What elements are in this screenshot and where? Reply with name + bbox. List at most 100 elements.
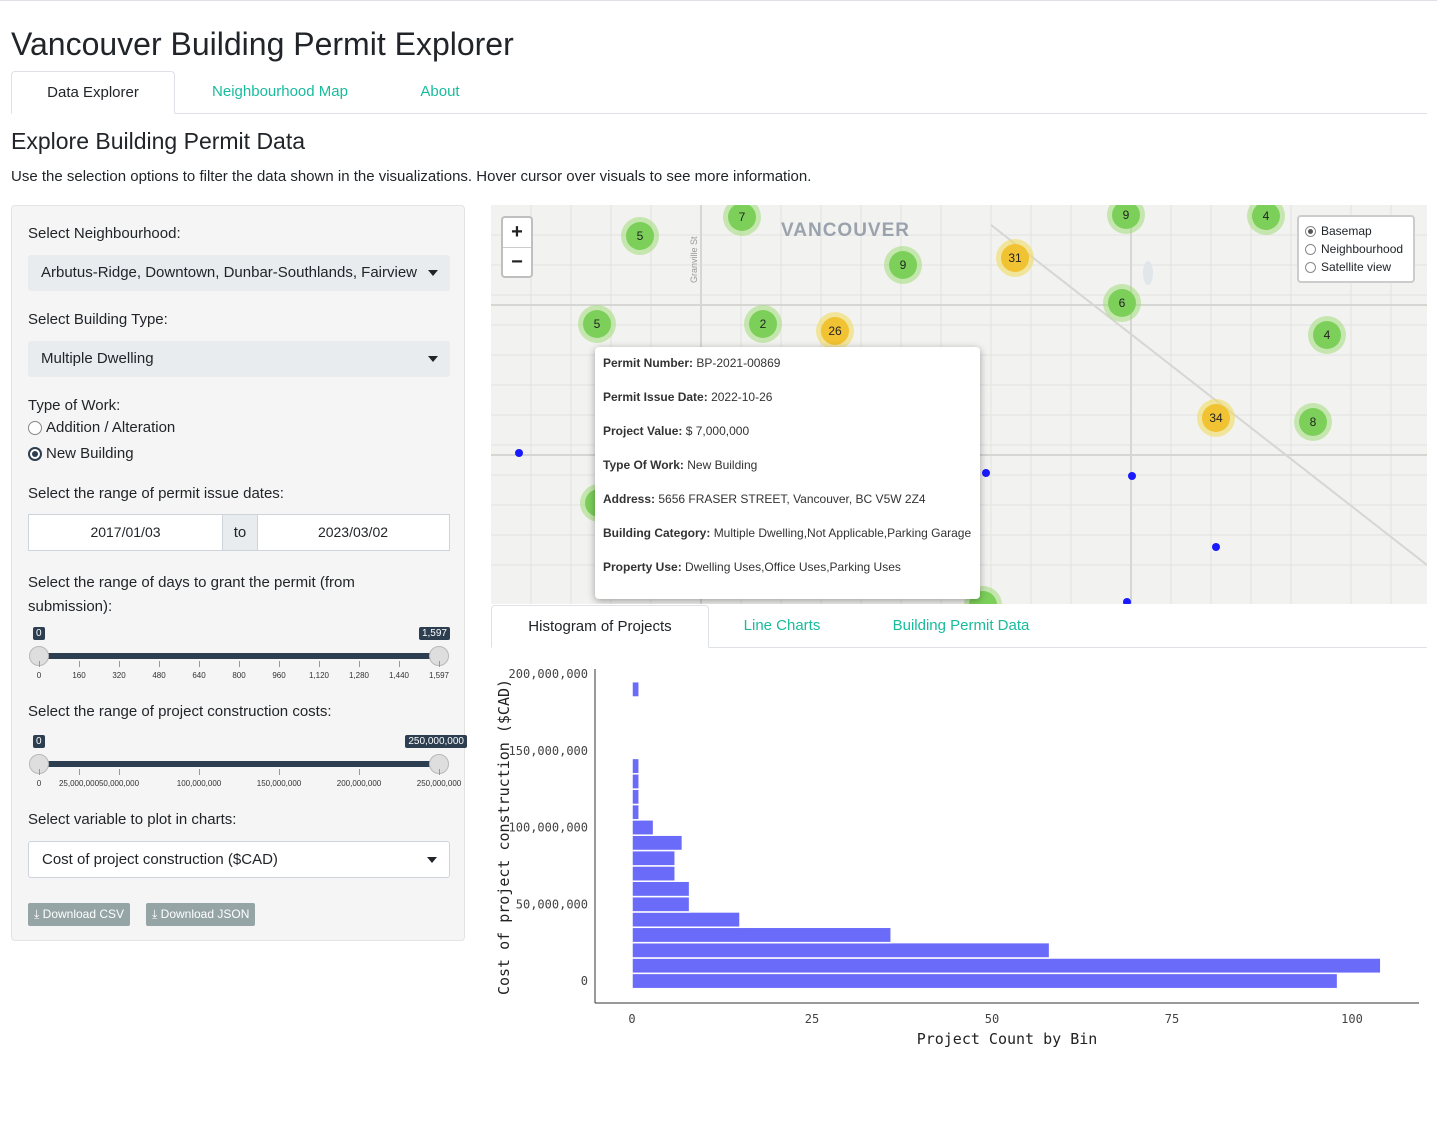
slider-tick-label: 150,000,000 xyxy=(256,779,302,788)
cluster-count: 31 xyxy=(1001,244,1029,272)
slider-tick-label: 640 xyxy=(192,671,206,680)
chevron-down-icon xyxy=(428,356,438,362)
layer-basemap[interactable]: Basemap xyxy=(1305,224,1372,238)
tab-histogram[interactable]: Histogram of Projects xyxy=(491,605,709,648)
building-type-select[interactable]: Multiple Dwelling xyxy=(28,341,450,377)
map-cluster[interactable]: 31 xyxy=(996,239,1034,277)
radio-addition-alteration[interactable]: Addition / Alteration xyxy=(28,419,175,436)
map-cluster[interactable]: 8 xyxy=(1294,403,1332,441)
histogram-bar[interactable] xyxy=(631,911,741,929)
histogram-bar[interactable] xyxy=(631,895,691,913)
x-tick-label: 0 xyxy=(628,1012,635,1026)
variable-select[interactable]: Cost of project construction ($CAD) xyxy=(28,841,450,878)
histogram-bar[interactable] xyxy=(631,773,640,790)
slider-tick-label: 1,280 xyxy=(348,671,370,680)
building-type-label: Select Building Type: xyxy=(28,311,168,328)
neighbourhood-value: Arbutus-Ridge, Downtown, Dunbar-Southlan… xyxy=(41,264,418,281)
map-cluster[interactable]: 9 xyxy=(884,246,922,284)
chevron-down-icon xyxy=(428,270,438,276)
download-csv-button[interactable]: ⤓ Download CSV xyxy=(28,903,131,926)
map-permit-marker[interactable] xyxy=(982,469,990,477)
histogram-bar[interactable] xyxy=(631,972,1339,990)
histogram-bar[interactable] xyxy=(631,849,676,867)
cluster-count: 9 xyxy=(1112,205,1140,229)
y-tick-label: 150,000,000 xyxy=(509,744,588,758)
tab-neighbourhood-map[interactable]: Neighbourhood Map xyxy=(188,71,372,112)
radio-new-building[interactable]: New Building xyxy=(28,445,134,462)
tab-line-charts[interactable]: Line Charts xyxy=(715,605,849,646)
permit-map[interactable]: VANCOUVER Granville St 7 5 9 4 9 31 6 5 … xyxy=(491,205,1427,604)
cost-slider[interactable]: 0 250,000,000 0 25,000,000 50,000,000 100,0… xyxy=(28,735,467,801)
slider-tick xyxy=(199,661,200,667)
map-cluster[interactable]: 2 xyxy=(744,305,782,343)
slider-tick-label: 800 xyxy=(232,671,246,680)
slider-tick xyxy=(279,661,280,667)
histogram-bar[interactable] xyxy=(631,880,691,898)
map-permit-marker[interactable] xyxy=(1128,472,1136,480)
slider-tick-label: 250,000,000 xyxy=(416,779,462,788)
slider-track xyxy=(39,761,439,767)
cluster-count: 5 xyxy=(583,310,611,338)
map-street-label: Granville St xyxy=(689,236,699,283)
map-permit-marker[interactable] xyxy=(1212,543,1220,551)
download-csv-label: Download CSV xyxy=(42,907,125,921)
x-axis-title: Project Count by Bin xyxy=(917,1030,1098,1048)
histogram-bar[interactable] xyxy=(631,926,892,944)
slider-tick xyxy=(39,661,40,667)
radio-button-checked[interactable] xyxy=(28,446,42,461)
app-title: Vancouver Building Permit Explorer xyxy=(11,26,514,62)
layer-label: Satellite view xyxy=(1321,260,1392,274)
histogram-bar[interactable] xyxy=(631,788,640,806)
cluster-count: 6 xyxy=(1108,289,1136,317)
neighbourhood-select[interactable]: Arbutus-Ridge, Downtown, Dunbar-Southlan… xyxy=(28,255,450,291)
chevron-down-icon xyxy=(427,857,437,863)
slider-track xyxy=(39,653,439,659)
radio-button[interactable] xyxy=(28,420,42,435)
date-start-input[interactable]: 2017/01/03 xyxy=(29,515,222,550)
zoom-in-button[interactable]: + xyxy=(503,218,531,248)
histogram-bar[interactable] xyxy=(631,957,1382,975)
layer-radio[interactable] xyxy=(1305,243,1316,255)
cluster-count: 5 xyxy=(626,222,654,250)
chart-tabs: Histogram of Projects Line Charts Buildi… xyxy=(491,605,1427,648)
map-cluster[interactable]: 4 xyxy=(1308,316,1346,354)
histogram-bar[interactable] xyxy=(631,865,676,882)
tab-data-explorer[interactable]: Data Explorer xyxy=(11,71,175,114)
histogram-bar[interactable] xyxy=(631,941,1051,959)
tab-building-permit-data[interactable]: Building Permit Data xyxy=(869,605,1053,646)
histogram-bar[interactable] xyxy=(631,803,640,821)
map-permit-marker[interactable] xyxy=(1123,598,1131,604)
layer-satellite[interactable]: Satellite view xyxy=(1305,260,1391,274)
zoom-out-button[interactable]: − xyxy=(503,248,531,277)
radio-label: Addition / Alteration xyxy=(46,419,176,436)
date-end-input[interactable]: 2023/03/02 xyxy=(257,515,449,550)
date-range-label: Select the range of permit issue dates: xyxy=(28,485,284,502)
slider-tick-label: 0 xyxy=(36,779,42,788)
popup-type-of-work: Type Of Work: New Building xyxy=(603,458,757,472)
map-cluster[interactable]: 34 xyxy=(1197,399,1235,437)
y-tick-label: 50,000,000 xyxy=(516,897,588,911)
x-tick-label: 100 xyxy=(1341,1012,1363,1026)
map-cluster[interactable]: 26 xyxy=(816,312,854,350)
popup-label: Type Of Work: xyxy=(603,458,684,472)
histogram-bar[interactable] xyxy=(631,757,640,775)
days-slider[interactable]: 0 1,597 0 160 320 480 640 800 960 1,120 1,280 1,4… xyxy=(28,627,450,693)
layer-radio-checked[interactable] xyxy=(1305,225,1316,237)
layer-neighbourhood[interactable]: Neighbourhood xyxy=(1305,242,1403,256)
slider-tick xyxy=(39,769,40,775)
histogram-bar[interactable] xyxy=(631,680,640,698)
map-cluster[interactable]: 5 xyxy=(578,305,616,343)
map-cluster[interactable]: 5 xyxy=(621,217,659,255)
layer-radio[interactable] xyxy=(1305,261,1316,273)
neighbourhood-label: Select Neighbourhood: xyxy=(28,225,181,242)
tab-about[interactable]: About xyxy=(393,71,487,112)
slider-tick xyxy=(79,661,80,667)
histogram-bar[interactable] xyxy=(631,819,655,836)
histogram-bar[interactable] xyxy=(631,834,684,852)
download-json-button[interactable]: ⤓ Download JSON xyxy=(146,903,256,926)
map-cluster[interactable]: 6 xyxy=(1103,284,1141,322)
map-permit-marker[interactable] xyxy=(515,449,523,457)
slider-tick xyxy=(159,661,160,667)
slider-tick xyxy=(319,661,320,667)
histogram-chart: 0 50,000,000 100,000,000 150,000,000 200,000… xyxy=(491,655,1427,1055)
